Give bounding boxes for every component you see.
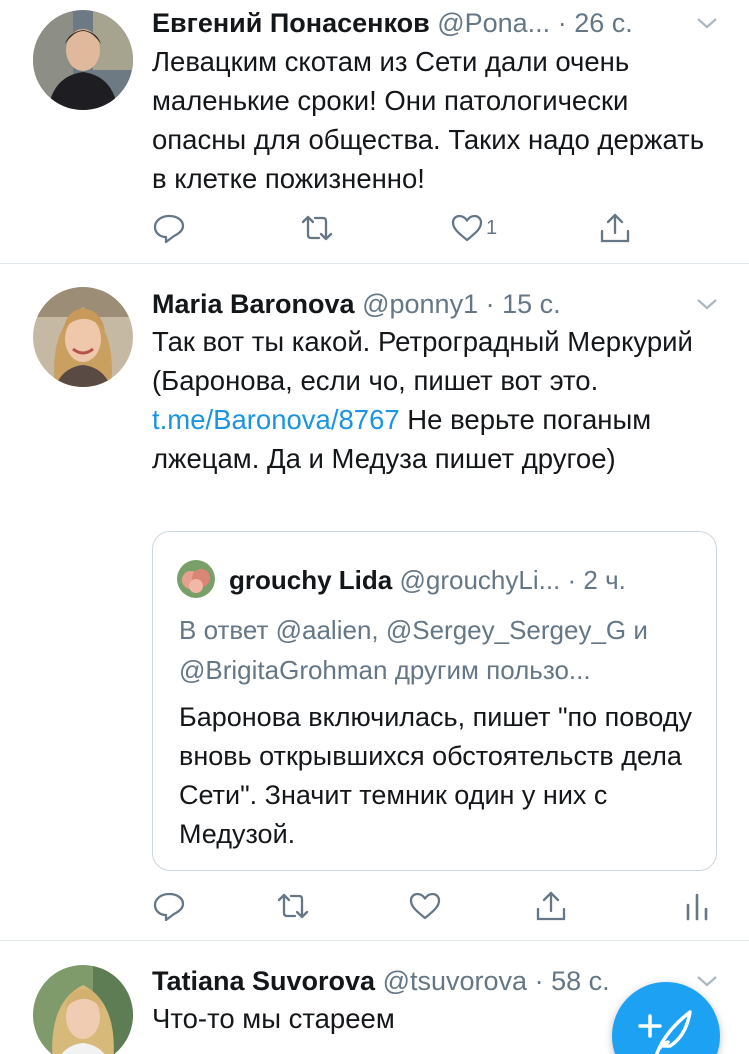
tweet-actions: 1 bbox=[152, 208, 749, 248]
like-button[interactable]: 1 bbox=[450, 208, 497, 248]
quoted-avatar[interactable] bbox=[177, 560, 215, 598]
chevron-down-icon[interactable] bbox=[695, 13, 719, 33]
share-button[interactable] bbox=[534, 886, 568, 926]
tweet-text: Левацким скотам из Сети дали очень мален… bbox=[152, 46, 705, 194]
author-handle[interactable]: @Pona... bbox=[437, 8, 550, 38]
author-name[interactable]: Евгений Понасенков bbox=[152, 8, 430, 38]
chevron-down-icon[interactable] bbox=[695, 971, 719, 991]
tweet-time[interactable]: · 26 с. bbox=[558, 8, 633, 38]
retweet-icon bbox=[301, 215, 333, 241]
like-button[interactable] bbox=[408, 886, 442, 926]
tweet-text: Так вот ты какой. Ретроградный Меркурий … bbox=[152, 322, 712, 478]
quoted-author-name: grouchy Lida bbox=[229, 565, 393, 595]
chevron-down-icon[interactable] bbox=[695, 294, 719, 314]
share-button[interactable] bbox=[598, 208, 632, 248]
avatar[interactable] bbox=[33, 10, 133, 110]
tweet-link[interactable]: t.me/Baronova/8767 bbox=[152, 404, 400, 435]
analytics-button[interactable] bbox=[680, 886, 714, 926]
share-icon bbox=[600, 213, 630, 243]
like-count: 1 bbox=[486, 216, 498, 239]
avatar[interactable] bbox=[33, 965, 133, 1054]
tweet[interactable]: Евгений Понасенков @Pona... · 26 с. Лева… bbox=[0, 0, 749, 262]
author-name[interactable]: Maria Baronova bbox=[152, 289, 355, 319]
reply-icon bbox=[153, 214, 185, 244]
retweet-button[interactable] bbox=[276, 886, 310, 926]
reply-button[interactable] bbox=[152, 886, 186, 926]
reply-button[interactable] bbox=[152, 208, 186, 248]
quoted-tweet-time: · 2 ч. bbox=[567, 565, 626, 595]
like-icon bbox=[451, 214, 483, 242]
author-name[interactable]: Tatiana Suvorova bbox=[152, 966, 375, 996]
retweet-button[interactable] bbox=[300, 208, 334, 248]
share-icon bbox=[536, 891, 566, 921]
like-icon bbox=[409, 892, 441, 920]
quoted-reply-to: В ответ @aalien, @Sergey_Sergey_G и @Bri… bbox=[179, 615, 648, 685]
avatar[interactable] bbox=[33, 287, 133, 387]
retweet-icon bbox=[277, 893, 309, 919]
tweet-time[interactable]: · 58 с. bbox=[535, 966, 610, 996]
tweet-time[interactable]: · 15 с. bbox=[486, 289, 561, 319]
compose-tweet-icon bbox=[638, 1010, 692, 1054]
reply-icon bbox=[153, 892, 185, 922]
author-handle[interactable]: @tsuvorova bbox=[383, 966, 527, 996]
analytics-icon bbox=[686, 893, 708, 921]
quoted-tweet-text: Баронова включилась, пишет "по поводу вн… bbox=[179, 702, 693, 849]
author-handle[interactable]: @ponny1 bbox=[362, 289, 478, 319]
quoted-tweet-card[interactable]: grouchy Lida @grouchyLi... · 2 ч. В отве… bbox=[152, 531, 717, 871]
tweet-text-part: Так вот ты какой. Ретроградный Меркурий … bbox=[152, 326, 693, 396]
quoted-header: grouchy Lida @grouchyLi... · 2 ч. bbox=[229, 560, 692, 600]
tweet-header: Maria Baronova @ponny1 · 15 с. bbox=[152, 284, 729, 324]
tweet-header: Евгений Понасенков @Pona... · 26 с. bbox=[152, 3, 729, 43]
tweet-actions bbox=[152, 886, 749, 926]
quoted-author-handle: @grouchyLi... bbox=[399, 565, 561, 595]
